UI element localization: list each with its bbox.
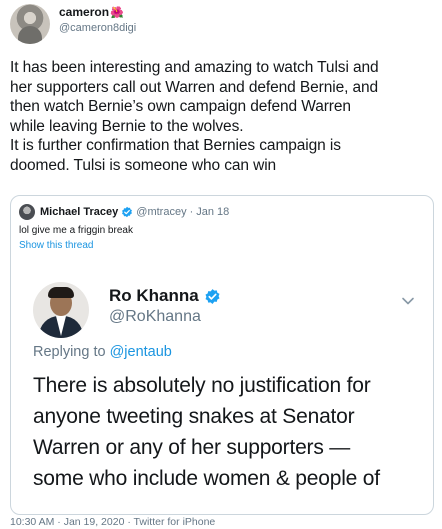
tweet-header: cameron🌺 @cameron8digi: [10, 4, 432, 44]
quoted-author-handle[interactable]: @mtracey: [136, 206, 186, 218]
embedded-author-avatar[interactable]: [33, 282, 89, 338]
tweet-text-line: then watch Bernie’s own campaign defend …: [10, 98, 351, 115]
user-avatar[interactable]: [10, 4, 50, 44]
quoted-tweet-header: Michael Tracey @mtracey · Jan 18: [19, 204, 229, 220]
author-handle[interactable]: @cameron8digi: [59, 22, 136, 34]
author-display-name[interactable]: cameron🌺: [59, 5, 124, 19]
chevron-down-icon[interactable]: [401, 294, 415, 308]
show-thread-link[interactable]: Show this thread: [19, 240, 94, 251]
quoted-author-avatar[interactable]: [19, 204, 35, 220]
embedded-tweet[interactable]: Ro Khanna @RoKhanna Replying to @jentaub…: [11, 258, 433, 514]
tweet-text-line: while leaving Bernie to the wolves.: [10, 117, 244, 135]
tweet-text-line: It is further confirmation that Bernies …: [10, 137, 341, 154]
tweet-body: It has been interesting and amazing to w…: [10, 58, 435, 175]
embedded-tweet-text: There is absolutely no justification for…: [33, 370, 429, 494]
verified-badge-icon: [205, 288, 220, 304]
embedded-text-line: Warren or any of her supporters —: [33, 436, 351, 459]
tweet-text-line: her supporters call out Warren and defen…: [10, 78, 379, 96]
replying-prefix: Replying to: [33, 344, 106, 360]
tweet-text-line: doomed. Tulsi is someone who can win: [10, 156, 277, 174]
replying-mention-link[interactable]: @jentaub: [110, 344, 172, 360]
quoted-tweet-text: lol give me a friggin break: [19, 225, 133, 236]
tweet-text-line: It has been interesting and amazing to w…: [10, 59, 379, 76]
author-name-text: cameron: [59, 5, 110, 19]
embedded-text-line: anyone tweeting snakes at Senator: [33, 405, 355, 428]
meta-separator: ·: [189, 206, 194, 218]
embedded-text-line: There is absolutely no justification for: [33, 374, 371, 397]
flower-emoji-icon: 🌺: [110, 7, 124, 19]
embedded-author-name-text: Ro Khanna: [109, 286, 199, 305]
quoted-author-name[interactable]: Michael Tracey: [40, 206, 118, 218]
quoted-tweet-date[interactable]: Jan 18: [196, 206, 229, 218]
embedded-author-name[interactable]: Ro Khanna: [109, 286, 221, 306]
verified-badge-icon: [122, 206, 133, 218]
quoted-tweet-card[interactable]: Michael Tracey @mtracey · Jan 18 lol giv…: [10, 195, 434, 515]
tweet-timestamp[interactable]: 10:30 AM · Jan 19, 2020 · Twitter for iP…: [10, 516, 215, 528]
embedded-author-handle[interactable]: @RoKhanna: [109, 308, 201, 326]
embedded-text-line: some who include women & people of: [33, 467, 380, 490]
replying-to-line: Replying to @jentaub: [33, 344, 172, 360]
